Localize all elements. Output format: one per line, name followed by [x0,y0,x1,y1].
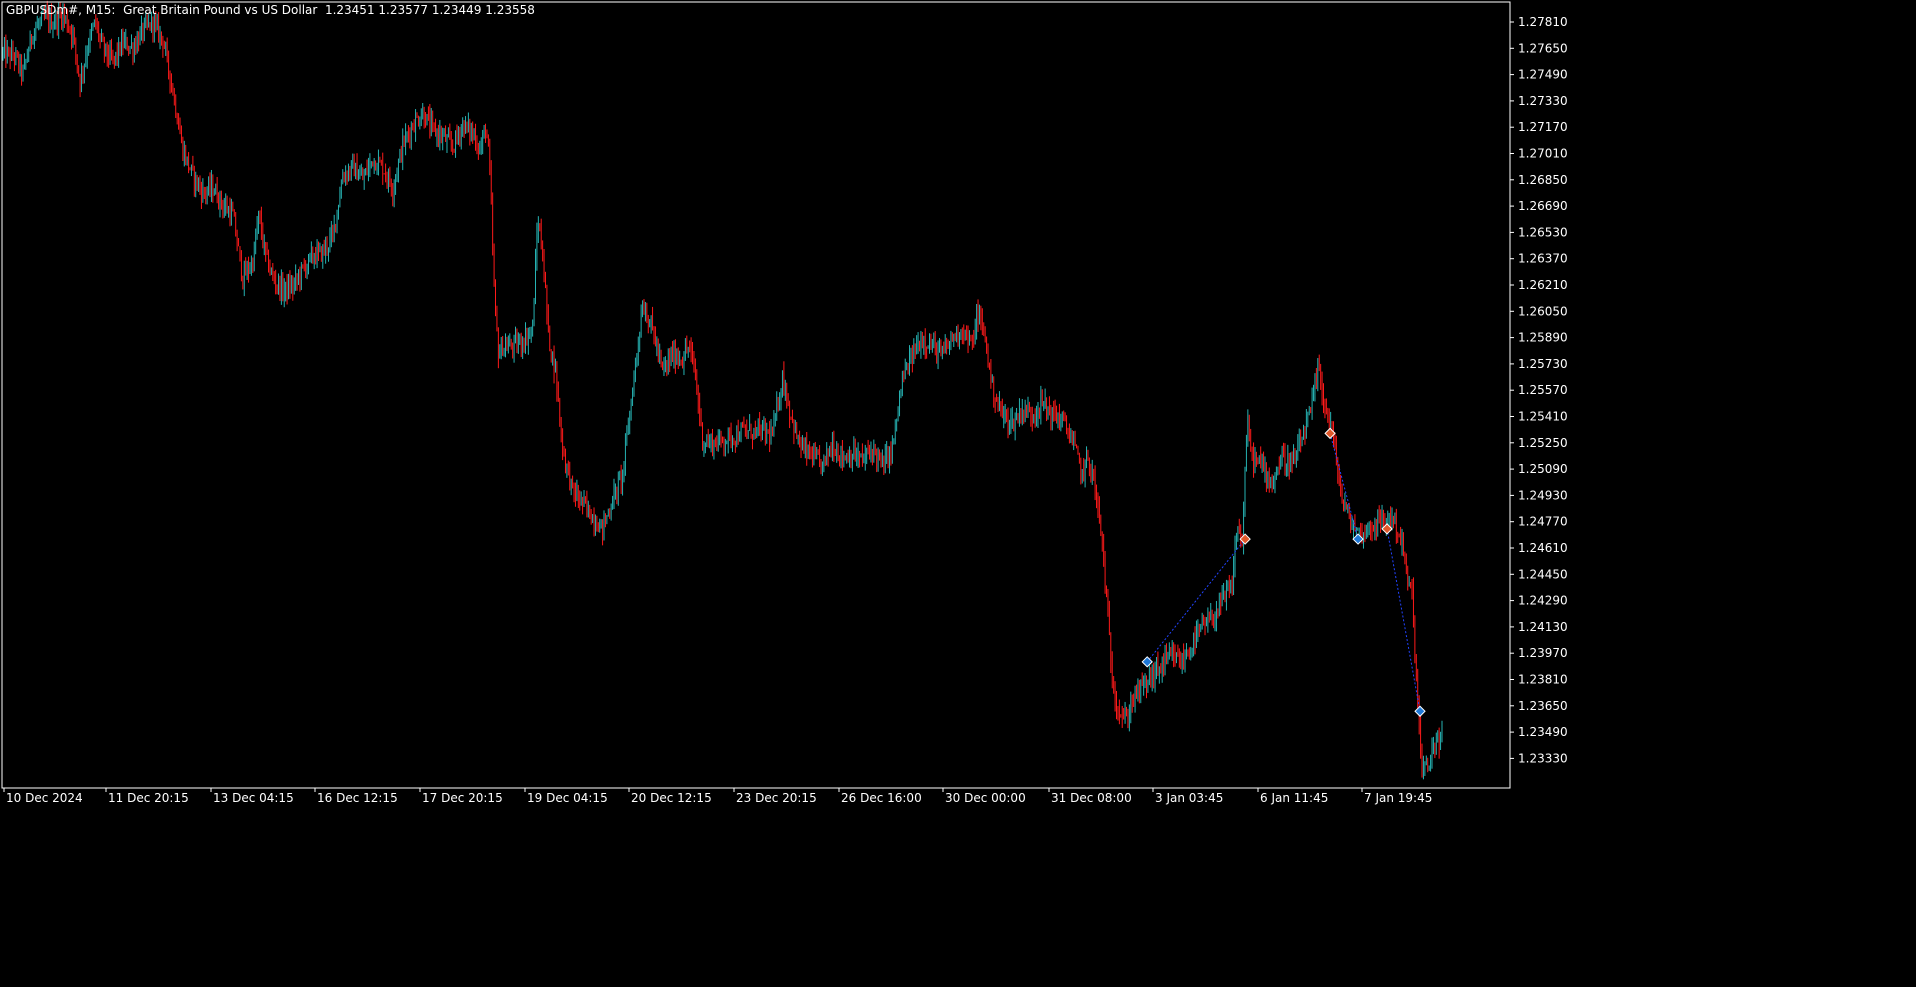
sell-marker-icon[interactable] [1239,533,1251,545]
y-tick-label: 1.26370 [1518,252,1568,266]
y-tick-label: 1.27170 [1518,120,1568,134]
y-tick-label: 1.23330 [1518,751,1568,765]
y-tick-label: 1.25410 [1518,410,1568,424]
chart-window[interactable]: 1.27810 1.27650 1.27490 1.27330 1.27170 1.270… [0,0,1916,987]
y-tick-label: 1.27810 [1518,15,1568,29]
x-tick-label: 3 Jan 03:45 [1155,791,1223,805]
y-tick-label: 1.23970 [1518,646,1568,660]
trade-line [1329,433,1359,540]
y-tick-label: 1.26050 [1518,304,1568,318]
x-tick-label: 19 Dec 04:15 [527,791,608,805]
y-tick-label: 1.27010 [1518,147,1568,161]
y-tick-label: 1.24450 [1518,567,1568,581]
y-tick-label: 1.24610 [1518,541,1568,555]
x-tick-label: 23 Dec 20:15 [736,791,817,805]
x-tick-label: 6 Jan 11:45 [1260,791,1328,805]
y-tick-label: 1.26850 [1518,173,1568,187]
x-tick-label: 30 Dec 00:00 [945,791,1026,805]
price-axis: 1.27810 1.27650 1.27490 1.27330 1.27170 1.270… [1510,15,1568,765]
y-tick-label: 1.25570 [1518,383,1568,397]
y-tick-label: 1.25730 [1518,357,1568,371]
x-tick-label: 20 Dec 12:15 [631,791,712,805]
y-tick-label: 1.25250 [1518,436,1568,450]
buy-marker-icon[interactable] [1352,533,1364,545]
price-chart[interactable]: 1.27810 1.27650 1.27490 1.27330 1.27170 1.270… [0,0,1916,987]
x-tick-label: 10 Dec 2024 [6,791,83,805]
x-tick-label: 16 Dec 12:15 [317,791,398,805]
y-tick-label: 1.26210 [1518,278,1568,292]
plot-frame [1,1,1511,789]
y-tick-label: 1.26690 [1518,199,1568,213]
y-tick-label: 1.23490 [1518,725,1568,739]
y-tick-label: 1.23810 [1518,673,1568,687]
y-tick-label: 1.24770 [1518,515,1568,529]
x-tick-label: 13 Dec 04:15 [213,791,294,805]
y-tick-label: 1.24290 [1518,594,1568,608]
trades-layer [1141,427,1426,717]
y-tick-label: 1.25890 [1518,331,1568,345]
buy-marker-icon[interactable] [1414,705,1426,717]
y-tick-label: 1.27330 [1518,94,1568,108]
candles-layer [2,0,1443,780]
y-tick-label: 1.27490 [1518,68,1568,82]
y-tick-label: 1.24930 [1518,488,1568,502]
x-tick-label: 26 Dec 16:00 [841,791,922,805]
time-axis: 10 Dec 2024 11 Dec 20:15 13 Dec 04:15 16 De… [3,788,1432,805]
x-tick-label: 11 Dec 20:15 [108,791,189,805]
y-tick-label: 1.26530 [1518,225,1568,239]
y-tick-label: 1.24130 [1518,620,1568,634]
y-tick-label: 1.23650 [1518,699,1568,713]
y-tick-label: 1.27650 [1518,41,1568,55]
y-tick-label: 1.25090 [1518,462,1568,476]
x-tick-label: 31 Dec 08:00 [1051,791,1132,805]
x-tick-label: 17 Dec 20:15 [422,791,503,805]
x-tick-label: 7 Jan 19:45 [1364,791,1432,805]
buy-marker-icon[interactable] [1141,656,1153,668]
chart-title: GBPUSDm#, M15: Great Britain Pound vs US… [6,3,535,17]
